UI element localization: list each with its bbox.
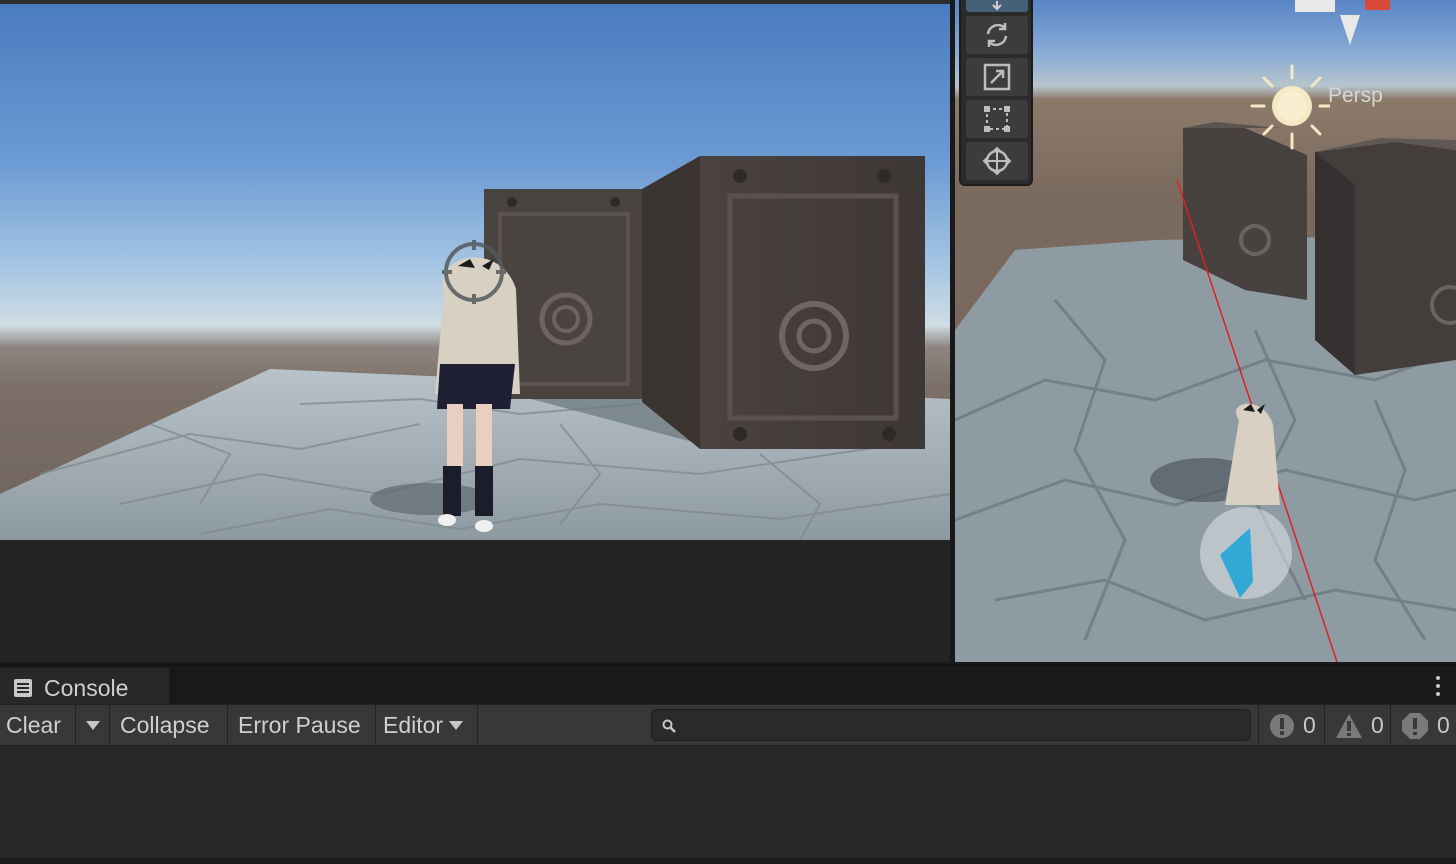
game-view-empty-area: [0, 540, 950, 662]
error-count: 0: [1437, 712, 1450, 738]
error-count-toggle[interactable]: 0: [1390, 705, 1456, 746]
directional-light-sun-icon[interactable]: [1250, 62, 1330, 152]
console-tab-bar: Console: [0, 664, 1456, 708]
console-toolbar: Clear Collapse Error Pause Editor 0 0 0: [0, 704, 1456, 746]
search-input[interactable]: [682, 713, 1242, 737]
game-view-panel: [0, 0, 950, 662]
search-icon: [662, 719, 676, 733]
more-options-icon[interactable]: [1434, 674, 1442, 700]
rect-transform-icon: [984, 106, 1010, 132]
move-tool-button[interactable]: [966, 0, 1028, 12]
game-scene-graphic: [0, 156, 950, 540]
clear-button[interactable]: Clear: [0, 705, 76, 746]
console-log-area[interactable]: [0, 746, 1456, 858]
warning-icon: [1336, 713, 1362, 738]
move-arrow-icon: [992, 1, 1002, 11]
editor-dropdown[interactable]: Editor: [376, 705, 478, 746]
rect-tool-button[interactable]: [966, 100, 1028, 138]
error-pause-toggle[interactable]: Error Pause: [228, 705, 376, 746]
metal-crate-right: [700, 156, 925, 449]
scene-crate-right: [1315, 138, 1456, 375]
scene-tool-palette: [959, 0, 1033, 186]
rotate-tool-button[interactable]: [966, 16, 1028, 54]
editor-dropdown-label: Editor: [383, 712, 444, 738]
console-search-field[interactable]: [651, 709, 1251, 741]
chevron-down-icon: [449, 721, 464, 730]
collapse-label: Collapse: [120, 712, 210, 738]
console-panel: Console Clear Collapse Error Pause Edito…: [0, 664, 1456, 864]
info-count-toggle[interactable]: 0: [1258, 705, 1324, 746]
rotate-icon: [986, 23, 1008, 47]
scene-view-panel[interactable]: Persp: [955, 0, 1456, 662]
transform-icon: [982, 146, 1012, 176]
info-count: 0: [1303, 712, 1316, 738]
tab-console[interactable]: Console: [0, 668, 170, 708]
scale-icon: [983, 63, 1011, 91]
orientation-gizmo-icon[interactable]: [1295, 0, 1390, 45]
console-icon: [14, 679, 32, 697]
clear-options-dropdown[interactable]: [76, 705, 110, 746]
clear-button-label: Clear: [6, 712, 61, 738]
info-message-icon: [1270, 713, 1294, 738]
game-view-render[interactable]: [0, 4, 950, 540]
warning-count-toggle[interactable]: 0: [1324, 705, 1390, 746]
collapse-toggle[interactable]: Collapse: [110, 705, 228, 746]
console-footer: [0, 858, 1456, 864]
scale-tool-button[interactable]: [966, 58, 1028, 96]
error-icon: [1402, 712, 1428, 739]
camera-mode-label[interactable]: Persp: [1328, 84, 1383, 108]
chevron-down-icon: [85, 721, 100, 730]
warning-count: 0: [1371, 712, 1384, 738]
transform-tool-button[interactable]: [966, 142, 1028, 180]
console-tab-label: Console: [44, 674, 129, 701]
error-pause-label: Error Pause: [238, 712, 361, 738]
metal-crate-right-side: [642, 156, 700, 449]
